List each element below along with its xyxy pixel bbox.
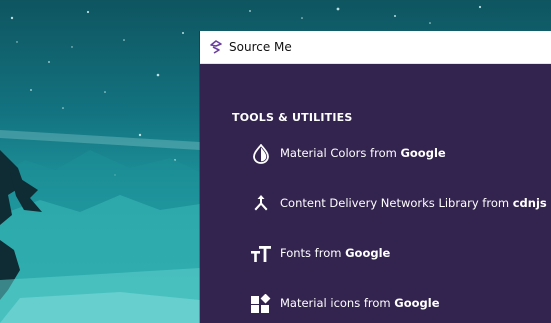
tool-item-source: Google — [400, 146, 446, 160]
main-content: TOOLS & UTILITIES Material Colors from G… — [200, 64, 551, 323]
desktop: Source Me TOOLS & UTILITIES Material Col… — [0, 0, 551, 323]
tool-item-source: Google — [394, 296, 440, 310]
tool-item-cdn-library[interactable]: Content Delivery Networks Library from c… — [250, 192, 550, 216]
tool-item-fonts[interactable]: Fonts from Google — [250, 242, 550, 266]
section-title-tools-utilities: TOOLS & UTILITIES — [232, 111, 353, 124]
window-title: Source Me — [229, 40, 292, 54]
font-size-icon — [251, 246, 271, 262]
tool-item-source: Google — [345, 246, 391, 260]
tool-item-material-colors[interactable]: Material Colors from Google — [250, 142, 550, 166]
widgets-icon — [251, 294, 271, 313]
tool-item-label: Content Delivery Networks Library from c… — [280, 196, 547, 210]
tool-item-label: Material Colors from Google — [280, 146, 446, 160]
color-drop-icon — [253, 144, 269, 164]
tool-item-source: cdnjs — [512, 196, 547, 210]
source-me-logo-icon — [210, 40, 222, 54]
tool-item-material-icons[interactable]: Material icons from Google — [250, 292, 550, 316]
window-titlebar[interactable]: Source Me — [200, 31, 551, 64]
tool-item-label: Fonts from Google — [280, 246, 391, 260]
source-me-window: Source Me TOOLS & UTILITIES Material Col… — [200, 31, 551, 323]
merge-arrows-icon — [254, 195, 268, 211]
tool-item-label: Material icons from Google — [280, 296, 440, 310]
